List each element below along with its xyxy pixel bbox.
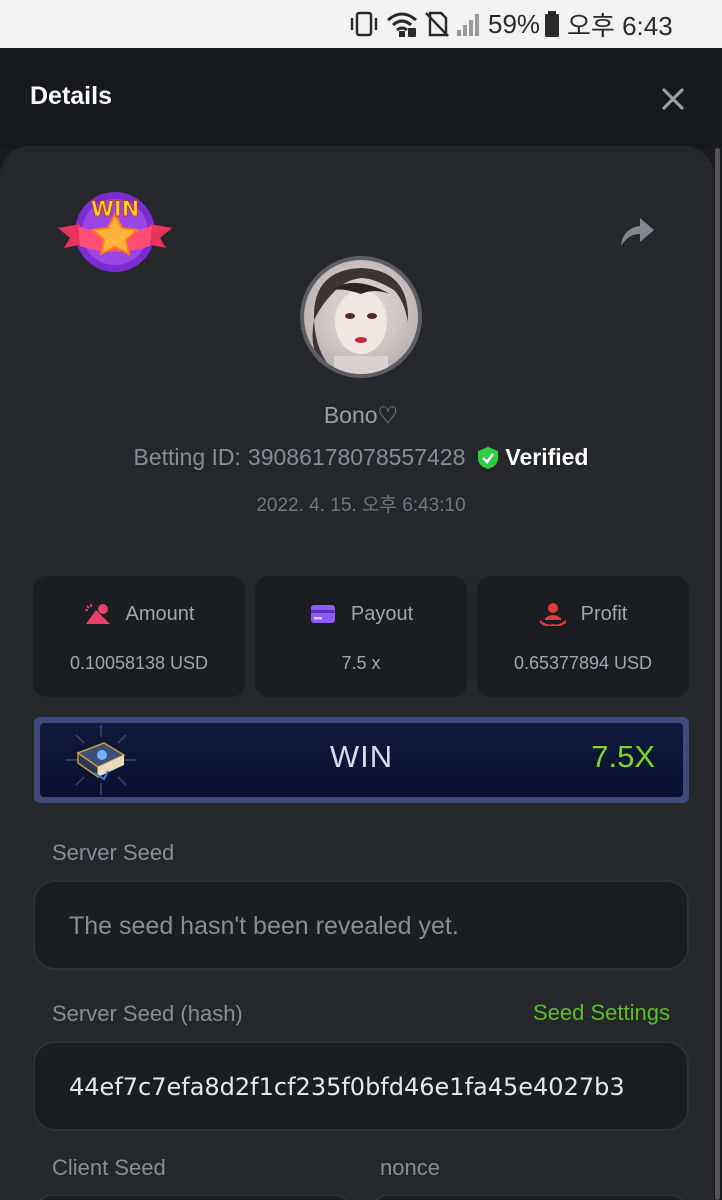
verified-badge: Verified bbox=[477, 444, 588, 471]
wifi-icon bbox=[386, 8, 418, 40]
server-seed-label: Server Seed bbox=[52, 840, 175, 865]
vibrate-icon bbox=[348, 8, 380, 40]
win-badge-icon: WIN bbox=[56, 188, 174, 278]
betting-id-value: 390861780785574​28 bbox=[247, 444, 466, 470]
seed-settings-link[interactable]: Seed Settings bbox=[533, 1000, 670, 1026]
stat-profit-label: Profit bbox=[580, 602, 628, 625]
stat-profit: Profit 0.65377894 USD bbox=[477, 576, 689, 697]
scrollbar-thumb[interactable] bbox=[715, 148, 720, 1200]
page: 59% 오후 6:43 Details WIN Bono♡ Betting ID… bbox=[0, 0, 722, 1200]
nonce-label: nonce bbox=[380, 1155, 440, 1180]
card-icon bbox=[310, 605, 335, 623]
status-bar: 59% 오후 6:43 bbox=[0, 0, 722, 48]
no-sim-icon bbox=[424, 8, 450, 40]
betting-id-label: Betting ID: bbox=[133, 444, 241, 470]
stat-amount: Amount 0.10058138 USD bbox=[33, 576, 245, 697]
server-seed-hash-value: 44ef7c7efa8d2f1cf235f0bfd46e1fa45e4027b3 bbox=[69, 1073, 625, 1101]
username: Bono♡ bbox=[323, 402, 399, 428]
close-icon bbox=[662, 88, 684, 110]
signal-icon bbox=[455, 8, 483, 40]
betting-id-row: Betting ID: 390861780785574​28 Verified bbox=[0, 444, 722, 471]
close-button[interactable] bbox=[656, 82, 690, 116]
client-seed-field[interactable] bbox=[33, 1194, 353, 1200]
win-badge-text: WIN bbox=[91, 197, 140, 221]
battery-icon bbox=[543, 8, 561, 40]
header: Details bbox=[0, 48, 722, 148]
server-seed-field[interactable]: The seed hasn't been revealed yet. bbox=[33, 880, 689, 970]
share-icon bbox=[621, 218, 654, 246]
stat-payout-value: 7.5 x bbox=[341, 653, 381, 673]
coins-icon bbox=[84, 604, 110, 624]
verified-label: Verified bbox=[505, 444, 589, 470]
page-title: Details bbox=[30, 82, 112, 110]
verified-shield-icon bbox=[478, 446, 499, 469]
nonce-field[interactable] bbox=[369, 1194, 689, 1200]
server-seed-hash-field[interactable]: 44ef7c7efa8d2f1cf235f0bfd46e1fa45e4027b3 bbox=[33, 1041, 689, 1131]
client-seed-label: Client Seed bbox=[52, 1155, 166, 1180]
bet-timestamp: 2022. 4. 15. 오후 6:43:10 bbox=[256, 495, 466, 516]
stat-amount-label: Amount bbox=[125, 602, 195, 625]
stat-amount-value: 0.10058138 USD bbox=[69, 653, 209, 673]
clock: 오후 6:43 bbox=[567, 10, 673, 41]
stat-profit-value: 0.65377894 USD bbox=[513, 653, 653, 673]
battery-percent: 59% bbox=[488, 8, 541, 39]
share-button[interactable] bbox=[618, 214, 656, 250]
stat-payout-label: Payout bbox=[350, 602, 414, 625]
server-seed-value: The seed hasn't been revealed yet. bbox=[69, 912, 459, 940]
server-seed-hash-label: Server Seed (hash) bbox=[52, 1001, 243, 1026]
stat-payout: Payout 7.5 x bbox=[255, 576, 467, 697]
avatar bbox=[300, 256, 422, 378]
hand-user-icon bbox=[539, 603, 566, 626]
result-banner: WIN 7.5X bbox=[34, 717, 689, 803]
result-multiplier: 7.5X bbox=[591, 739, 655, 774]
